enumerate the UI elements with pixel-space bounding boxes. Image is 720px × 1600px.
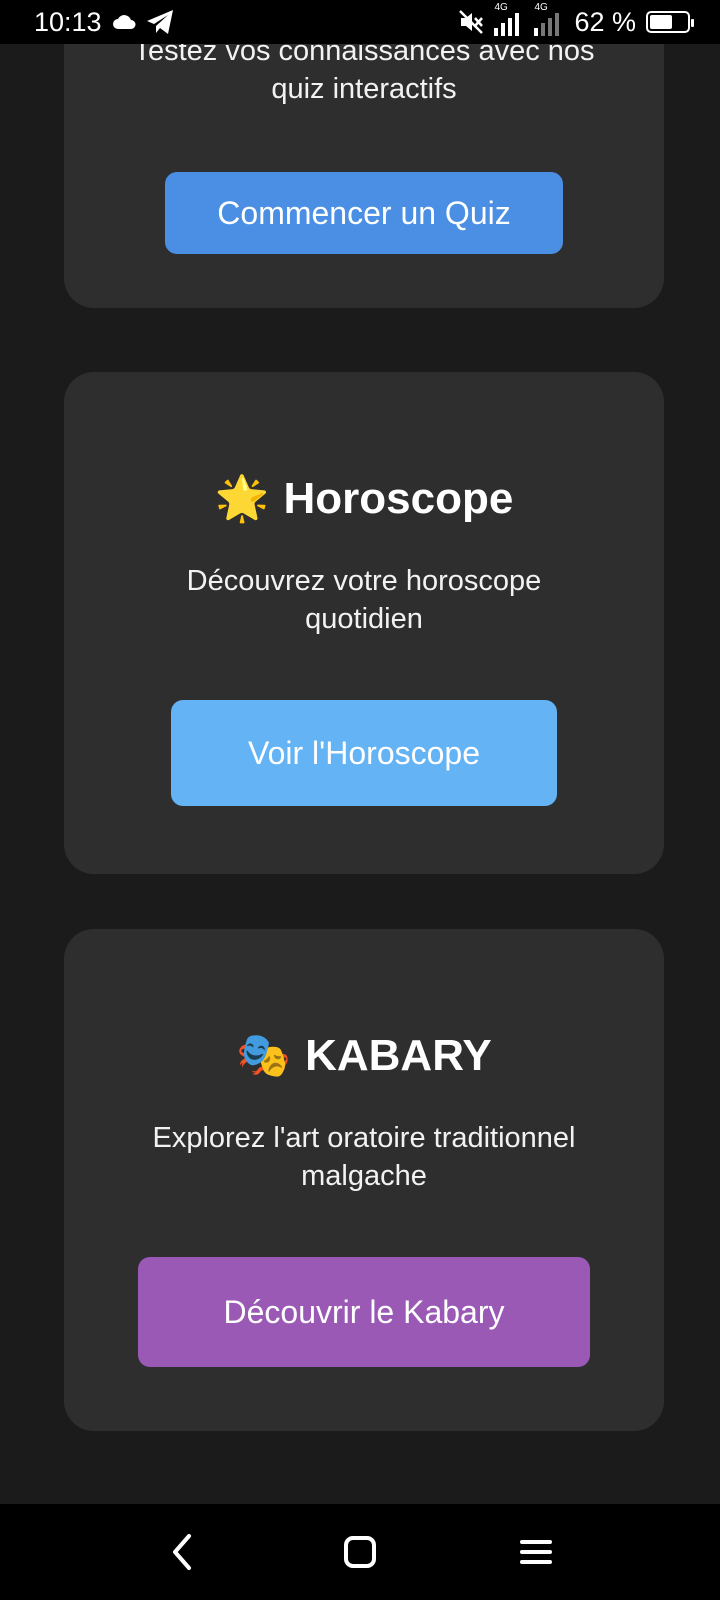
back-icon[interactable]	[154, 1522, 214, 1582]
signal-icon: 4G	[494, 2, 524, 36]
kabary-description: Explorez l'art oratoire traditionnel mal…	[152, 1122, 576, 1192]
horoscope-title: 🌟 Horoscope	[215, 474, 514, 524]
status-left: 10:13	[34, 7, 174, 38]
net-label-2: 4G	[534, 2, 548, 13]
content-scroll[interactable]: Testez vos connaissances avec nos quiz i…	[0, 44, 720, 1504]
navigation-bar	[0, 1504, 720, 1600]
battery-icon	[646, 11, 694, 33]
kabary-card: 🎭 KABARY Explorez l'art oratoire traditi…	[64, 929, 664, 1431]
status-time: 10:13	[34, 6, 102, 37]
quiz-card: Testez vos connaissances avec nos quiz i…	[64, 44, 664, 308]
horoscope-description: Découvrez votre horoscope quotidien	[186, 565, 542, 635]
telegram-icon	[146, 9, 174, 35]
cloud-icon	[112, 14, 136, 30]
quiz-description: Testez vos connaissances avec nos quiz i…	[133, 44, 595, 105]
theater-masks-icon: 🎭	[236, 1031, 292, 1080]
start-quiz-button[interactable]: Commencer un Quiz	[165, 172, 563, 254]
kabary-title: 🎭 KABARY	[236, 1031, 491, 1081]
view-horoscope-button[interactable]: Voir l'Horoscope	[171, 700, 557, 806]
discover-kabary-button[interactable]: Découvrir le Kabary	[138, 1257, 590, 1367]
mute-icon	[458, 9, 484, 35]
status-right: 4G 4G 62 %	[458, 2, 694, 38]
net-label-1: 4G	[494, 2, 508, 13]
battery-percent: 62 %	[574, 6, 636, 37]
signal-2-icon: 4G	[534, 2, 564, 36]
kabary-title-text: KABARY	[305, 1031, 492, 1080]
horoscope-card: 🌟 Horoscope Découvrez votre horoscope qu…	[64, 372, 664, 874]
horoscope-title-text: Horoscope	[283, 474, 514, 523]
battery-fill	[650, 15, 673, 29]
menu-icon[interactable]	[506, 1522, 566, 1582]
star-icon: 🌟	[214, 474, 270, 523]
status-bar: 10:13 4G 4G 62 %	[0, 0, 720, 44]
home-icon[interactable]	[330, 1522, 390, 1582]
